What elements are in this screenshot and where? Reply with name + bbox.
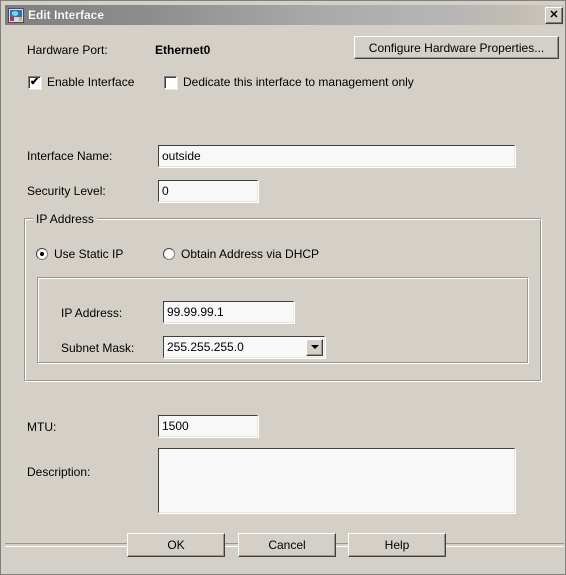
interface-card-icon	[8, 7, 24, 23]
ip-address-label: IP Address:	[61, 306, 123, 320]
dedicate-management-label: Dedicate this interface to management on…	[183, 75, 414, 89]
radio-circle-dhcp	[163, 248, 175, 260]
edit-interface-dialog: Edit Interface ✕ Hardware Port: Ethernet…	[0, 0, 566, 575]
checkbox-box-dedicate	[164, 75, 177, 89]
security-level-input[interactable]: 0	[158, 180, 258, 202]
help-button[interactable]: Help	[348, 533, 446, 557]
use-static-ip-label: Use Static IP	[54, 247, 124, 261]
interface-name-label: Interface Name:	[27, 149, 113, 163]
obtain-dhcp-label: Obtain Address via DHCP	[181, 247, 320, 261]
hardware-port-value: Ethernet0	[155, 43, 211, 57]
dedicate-management-checkbox[interactable]: Dedicate this interface to management on…	[164, 75, 414, 89]
description-textarea[interactable]	[158, 448, 515, 513]
radio-circle-static	[36, 248, 48, 260]
mtu-input[interactable]: 1500	[158, 415, 258, 437]
ok-button[interactable]: OK	[127, 533, 225, 557]
checkbox-box-enable: ✔	[28, 75, 41, 89]
radio-dot-static	[40, 252, 44, 256]
dialog-body: Hardware Port: Ethernet0 Configure Hardw…	[5, 26, 564, 572]
mtu-label: MTU:	[27, 420, 57, 434]
close-icon[interactable]: ✕	[545, 7, 563, 24]
description-label: Description:	[27, 465, 91, 479]
subnet-mask-select[interactable]: 255.255.255.0	[163, 336, 325, 358]
obtain-dhcp-radio[interactable]: Obtain Address via DHCP	[163, 247, 319, 261]
subnet-mask-label: Subnet Mask:	[61, 341, 135, 355]
title-bar[interactable]: Edit Interface ✕	[5, 5, 564, 25]
use-static-ip-radio[interactable]: Use Static IP	[36, 247, 123, 261]
configure-hardware-properties-button[interactable]: Configure Hardware Properties...	[354, 36, 559, 59]
hardware-port-label: Hardware Port:	[27, 43, 108, 57]
enable-interface-checkbox[interactable]: ✔ Enable Interface	[28, 75, 134, 89]
cancel-button[interactable]: Cancel	[238, 533, 336, 557]
chevron-down-icon[interactable]	[306, 338, 323, 356]
interface-name-input[interactable]: outside	[158, 145, 515, 167]
security-level-label: Security Level:	[27, 184, 106, 198]
check-icon: ✔	[30, 75, 40, 88]
ip-address-input[interactable]: 99.99.99.1	[163, 301, 294, 323]
enable-interface-label: Enable Interface	[47, 75, 135, 89]
subnet-mask-value: 255.255.255.0	[167, 340, 244, 354]
ip-address-group-title: IP Address	[33, 212, 97, 226]
window-title: Edit Interface	[28, 8, 105, 22]
